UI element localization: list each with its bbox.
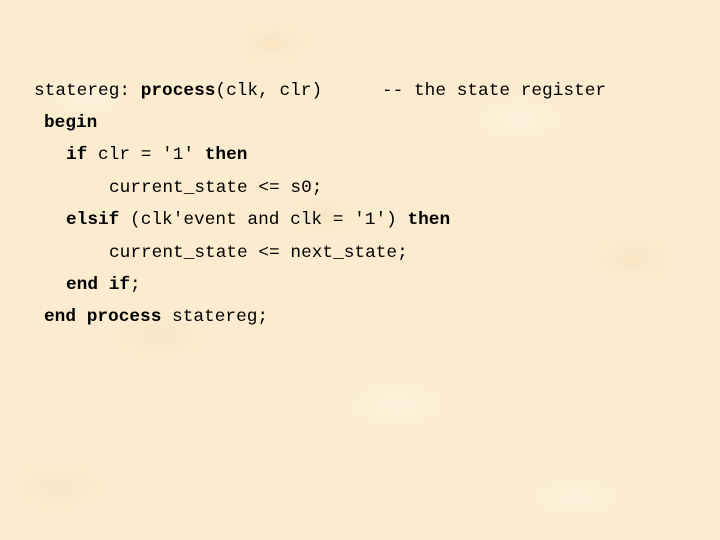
code-line-end-process: end process statereg; [44,307,268,327]
keyword-if: if [108,275,131,295]
keyword-if: if [66,145,88,165]
keyword-then: then [204,145,248,165]
if-condition: clr = '1' [87,145,205,165]
keyword-process: process [140,81,216,101]
keyword-elsif: elsif [66,210,120,230]
code-line-reset-assign: current_state <= s0; [109,178,322,198]
code-line-elsif: elsif (clk'event and clk = '1') then [66,210,450,230]
code-line-if: if clr = '1' then [66,145,247,165]
keyword-end: end [66,275,99,295]
terminator: ; [130,275,141,295]
slide: statereg: process(clk, clr) -- the state… [0,0,720,540]
keyword-process: process [86,307,162,327]
process-label: statereg: [34,81,131,101]
elsif-condition: (clk'event and clk = '1') [119,210,408,230]
keyword-end: end [44,307,77,327]
next-state-statement: current_state <= next_state; [109,243,408,263]
code-line-end-if: end if; [66,275,141,295]
process-name: statereg; [161,307,269,327]
keyword-then: then [407,210,451,230]
keyword-begin: begin [44,113,98,133]
code-line-next-assign: current_state <= next_state; [109,243,408,263]
code-line-begin: begin [44,113,97,133]
sensitivity-list: (clk, clr) [215,81,323,101]
reset-statement: current_state <= s0; [109,178,323,198]
code-line-process-header: statereg: process(clk, clr) [34,81,322,101]
code-comment: -- the state register [382,81,607,101]
